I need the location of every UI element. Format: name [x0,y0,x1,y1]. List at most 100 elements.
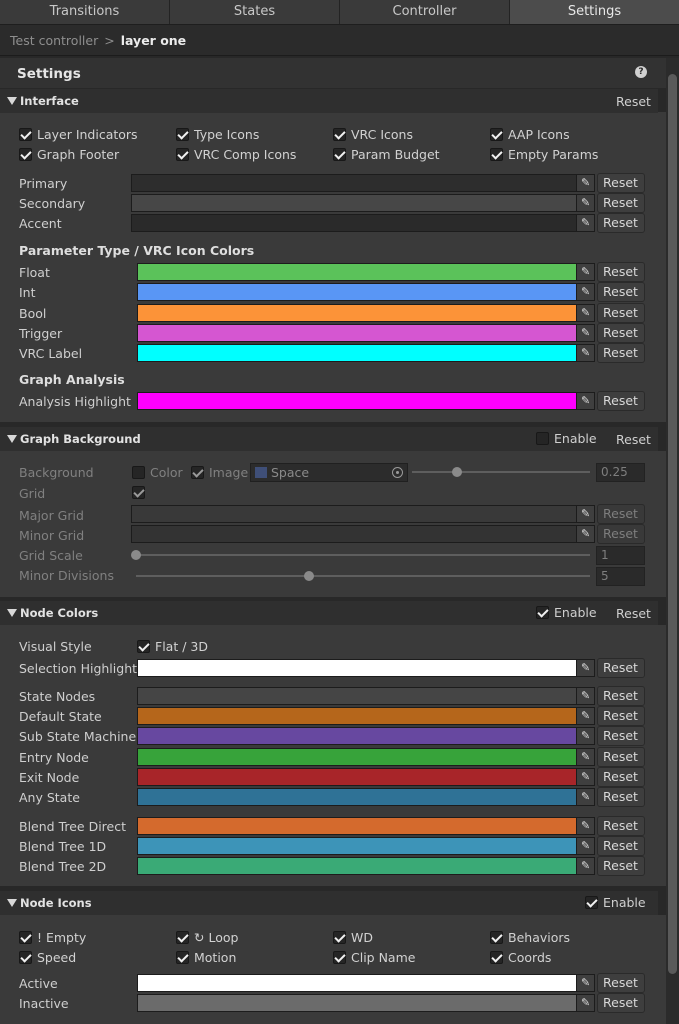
selection-highlight-color-field[interactable] [137,659,577,677]
int-color-field[interactable] [137,283,577,302]
minor-grid-color-field[interactable] [131,525,577,543]
primary-reset-button[interactable]: Reset [597,173,645,193]
inactive-reset-button[interactable]: Reset [597,993,645,1013]
float-eyedropper[interactable]: ✎ [577,263,595,281]
coords-checkbox[interactable] [490,951,503,964]
interface-reset-button[interactable]: Reset [616,94,651,109]
bool-eyedropper[interactable]: ✎ [577,303,595,322]
grid-toggle[interactable] [132,486,145,499]
minor-divisions-value[interactable]: 5 [596,567,645,586]
behaviors-toggle[interactable]: Behaviors [490,930,570,945]
major-grid-reset-button[interactable]: Reset [597,504,645,524]
trigger-color-field[interactable] [137,323,577,342]
blend-tree-direct-color-field[interactable] [137,817,577,835]
scrollbar-thumb[interactable] [668,74,677,974]
grid-scale-value[interactable]: 1 [596,546,645,565]
node-icons-section-header[interactable]: Node Icons Enable [0,891,658,915]
speed-checkbox[interactable] [19,951,32,964]
object-picker-icon[interactable] [392,467,403,478]
type-icons-checkbox[interactable] [176,128,189,141]
bool-color-field[interactable] [137,303,577,322]
breadcrumb-root[interactable]: Test controller [10,33,98,48]
int-reset-button[interactable]: Reset [597,282,645,303]
state-nodes-eyedropper[interactable]: ✎ [577,687,595,705]
exit-node-eyedropper[interactable]: ✎ [577,767,595,786]
exit-node-reset-button[interactable]: Reset [597,766,645,787]
primary-color-field[interactable] [131,174,577,192]
background-opacity-slider-track[interactable] [412,471,590,473]
clip-name-checkbox[interactable] [333,951,346,964]
entry-node-reset-button[interactable]: Reset [597,746,645,767]
entry-node-color-field[interactable] [137,747,577,766]
node-colors-reset-button[interactable]: Reset [616,606,651,621]
any-state-eyedropper[interactable]: ✎ [577,788,595,806]
collapse-arrow-icon[interactable] [7,435,17,443]
vrc-comp-icons-toggle[interactable]: VRC Comp Icons [176,147,296,162]
vrc-label-eyedropper[interactable]: ✎ [577,344,595,363]
major-grid-eyedropper[interactable]: ✎ [577,505,595,523]
minor-grid-eyedropper[interactable]: ✎ [577,525,595,543]
active-reset-button[interactable]: Reset [597,973,645,993]
grid-checkbox[interactable] [132,486,145,499]
motion-checkbox[interactable] [176,951,189,964]
graph-background-enable-toggle[interactable]: Enable [536,431,597,446]
background-image-field[interactable]: Space [250,463,408,482]
default-state-eyedropper[interactable]: ✎ [577,707,595,726]
visual-style-checkbox[interactable] [137,640,150,653]
blend-tree-2d-reset-button[interactable]: Reset [597,856,645,877]
blend-tree-2d-color-field[interactable] [137,857,577,876]
vrc-comp-icons-checkbox[interactable] [176,148,189,161]
motion-toggle[interactable]: Motion [176,950,236,965]
state-nodes-color-field[interactable] [137,687,577,705]
wd-toggle[interactable]: WD [333,930,373,945]
empty-params-checkbox[interactable] [490,148,503,161]
exit-node-color-field[interactable] [137,767,577,786]
entry-node-eyedropper[interactable]: ✎ [577,747,595,766]
any-state-color-field[interactable] [137,788,577,806]
param-budget-toggle[interactable]: Param Budget [333,147,440,162]
vrc-icons-toggle[interactable]: VRC Icons [333,127,413,142]
coords-toggle[interactable]: Coords [490,950,551,965]
collapse-arrow-icon[interactable] [7,899,17,907]
secondary-reset-button[interactable]: Reset [597,193,645,213]
float-color-field[interactable] [137,263,577,281]
empty-params-toggle[interactable]: Empty Params [490,147,598,162]
collapse-arrow-icon[interactable] [7,609,17,617]
tab-states[interactable]: States [170,0,340,24]
default-state-color-field[interactable] [137,707,577,726]
node-icons-enable-checkbox[interactable] [585,896,598,909]
accent-color-field[interactable] [131,214,577,232]
graph-footer-toggle[interactable]: Graph Footer [19,147,119,162]
trigger-reset-button[interactable]: Reset [597,322,645,343]
help-icon[interactable]: ? [635,66,647,78]
blend-tree-direct-reset-button[interactable]: Reset [597,816,645,836]
grid-scale-slider-knob[interactable] [131,550,141,560]
blend-tree-2d-eyedropper[interactable]: ✎ [577,857,595,876]
bool-reset-button[interactable]: Reset [597,302,645,323]
behaviors-checkbox[interactable] [490,931,503,944]
accent-eyedropper[interactable]: ✎ [577,214,595,232]
background-color-toggle[interactable]: Color [132,465,183,480]
loop-toggle[interactable]: ↻ Loop [176,930,238,945]
blend-tree-1d-eyedropper[interactable]: ✎ [577,837,595,856]
accent-reset-button[interactable]: Reset [597,213,645,233]
analysis-highlight-color-field[interactable] [137,392,577,410]
tab-transitions[interactable]: Transitions [0,0,170,24]
node-colors-enable-toggle[interactable]: Enable [536,605,597,620]
analysis-highlight-eyedropper[interactable]: ✎ [577,392,595,410]
blend-tree-direct-eyedropper[interactable]: ✎ [577,817,595,835]
inactive-eyedropper[interactable]: ✎ [577,994,595,1012]
major-grid-color-field[interactable] [131,505,577,523]
interface-section-header[interactable]: Interface Reset [0,89,658,113]
secondary-color-field[interactable] [131,194,577,212]
node-icons-enable-toggle[interactable]: Enable [585,895,646,910]
layer-indicators-checkbox[interactable] [19,128,32,141]
sub-state-machine-eyedropper[interactable]: ✎ [577,727,595,746]
wd-checkbox[interactable] [333,931,346,944]
background-color-checkbox[interactable] [132,466,145,479]
blend-tree-1d-reset-button[interactable]: Reset [597,836,645,857]
param-budget-checkbox[interactable] [333,148,346,161]
aap-icons-checkbox[interactable] [490,128,503,141]
minor-divisions-slider-track[interactable] [136,575,590,577]
primary-eyedropper[interactable]: ✎ [577,174,595,192]
